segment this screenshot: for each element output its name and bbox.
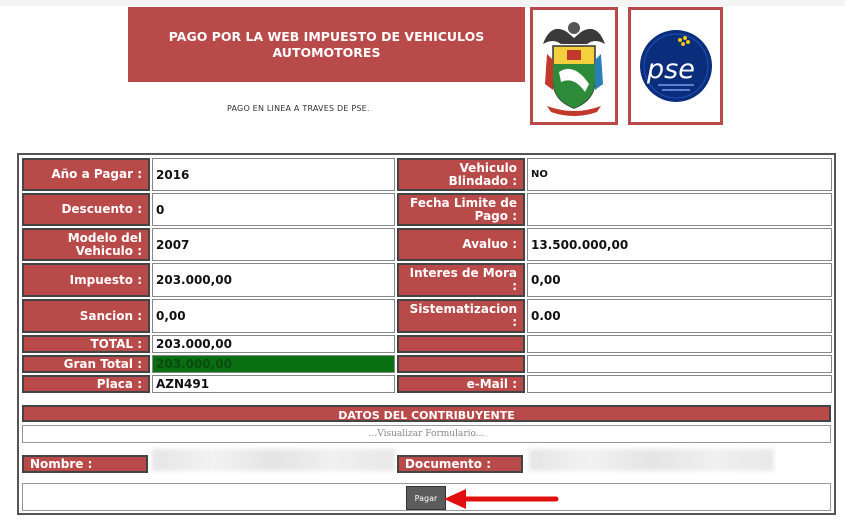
label-documento: Documento : [397,455,523,473]
documento-value-redacted [529,449,774,471]
label-empty-1 [397,335,525,353]
label-empty-2 [397,355,525,373]
payment-form: Año a Pagar : 2016 Descuento : 0 Modelo … [17,153,836,515]
value-descuento: 0 [152,193,395,226]
value-interes-mora: 0,00 [527,263,832,297]
value-fecha-limite [527,193,832,226]
nombre-value-redacted [152,449,395,471]
coat-of-arms-icon [543,22,605,116]
value-gran-total: 203.000,00 [152,355,395,373]
top-strip [0,0,845,6]
value-avaluo: 13.500.000,00 [527,228,832,261]
value-placa: AZN491 [152,375,395,393]
pay-row: Pagar [22,483,831,511]
label-email: e-Mail : [397,375,525,393]
red-arrow-icon [444,489,559,509]
value-blindado: NO [527,158,832,191]
pse-logo: pse [628,7,723,125]
page-title: PAGO POR LA WEB IMPUESTO DE VEHICULOS AU… [168,28,485,60]
label-total: TOTAL : [22,335,150,353]
visualize-form-row: ...Visualizar Formulario... [22,425,831,443]
page-subtitle: PAGO EN LINEA A TRAVES DE PSE. [227,104,370,113]
label-interes-mora: Interes de Mora : [397,263,525,297]
value-empty-1 [527,335,832,353]
visualize-form-link[interactable]: ...Visualizar Formulario... [369,429,485,439]
contribuyente-header: DATOS DEL CONTRIBUYENTE [22,405,831,422]
label-gran-total: Gran Total : [22,355,150,373]
value-empty-2 [527,355,832,373]
label-sistematizacion: Sistematizacion : [397,299,525,333]
label-avaluo: Avaluo : [397,228,525,261]
label-placa: Placa : [22,375,150,393]
label-descuento: Descuento : [22,193,150,226]
label-anio: Año a Pagar : [22,158,150,191]
pse-logo-text: pse [647,54,695,85]
label-modelo: Modelo del Vehiculo : [22,228,150,261]
value-modelo: 2007 [152,228,395,261]
label-nombre: Nombre : [22,455,148,473]
value-sancion: 0,00 [152,299,395,333]
label-impuesto: Impuesto : [22,263,150,297]
label-sancion: Sancion : [22,299,150,333]
value-sistematizacion: 0.00 [527,299,832,333]
page-title-banner: PAGO POR LA WEB IMPUESTO DE VEHICULOS AU… [128,7,525,82]
label-blindado: Vehiculo Blindado : [397,158,525,191]
value-total: 203.000,00 [152,335,395,353]
value-email [527,375,832,393]
value-anio: 2016 [152,158,395,191]
pay-button[interactable]: Pagar [406,486,446,510]
value-impuesto: 203.000,00 [152,263,395,297]
label-fecha-limite: Fecha Limite de Pago : [397,193,525,226]
coat-of-arms-logo [530,7,618,125]
